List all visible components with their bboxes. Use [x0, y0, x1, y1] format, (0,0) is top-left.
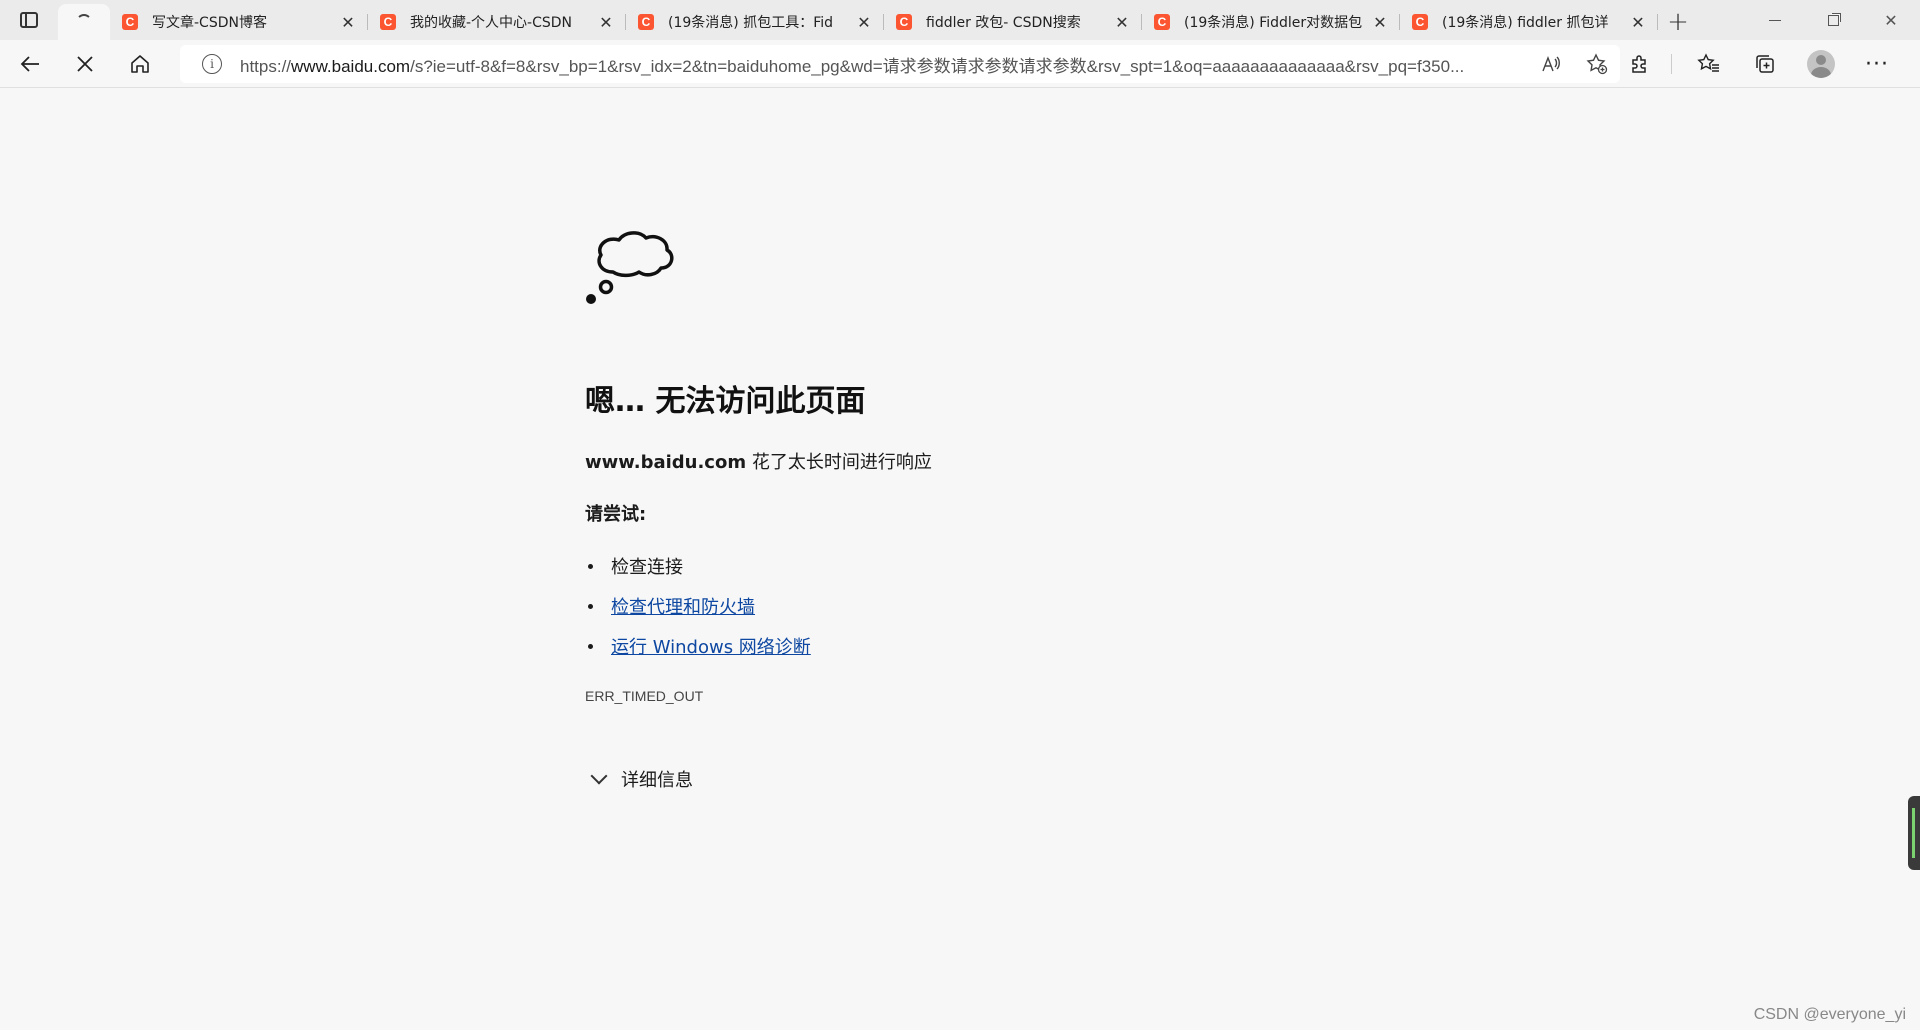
error-description: www.baidu.com 花了太长时间进行响应 — [585, 448, 1285, 474]
site-info-icon[interactable]: i — [202, 54, 222, 74]
tab-actions-button[interactable] — [0, 0, 58, 40]
details-label: 详细信息 — [621, 770, 693, 791]
read-aloud-icon[interactable] — [1528, 48, 1574, 80]
details-toggle-button[interactable]: 详细信息 — [585, 766, 1285, 792]
close-tab-icon[interactable]: ✕ — [596, 12, 616, 32]
list-item: 检查代理和防火墙 — [585, 586, 1285, 626]
url-host: www.baidu.com — [291, 56, 411, 76]
toolbar-right: ··· — [1609, 40, 1902, 88]
suggestion-list: 检查连接 检查代理和防火墙 运行 Windows 网络诊断 — [585, 546, 1285, 666]
chevron-down-icon — [590, 767, 608, 785]
tab-fiddler-search[interactable]: C fiddler 改包- CSDN搜索 ✕ — [884, 4, 1142, 40]
tab-capture-tool[interactable]: C (19条消息) 抓包工具：Fid ✕ — [626, 4, 884, 40]
bullet-icon — [588, 643, 593, 649]
avatar — [1807, 50, 1835, 78]
tab-title: (19条消息) 抓包工具：Fid — [668, 15, 833, 31]
home-button[interactable] — [115, 46, 165, 82]
toolbar-divider — [1671, 54, 1672, 74]
network-diagnostics-link[interactable]: 运行 Windows 网络诊断 — [611, 633, 811, 659]
close-tab-icon[interactable]: ✕ — [1628, 12, 1648, 32]
restore-icon — [1827, 14, 1839, 26]
tab-title: 我的收藏-个人中心-CSDN — [410, 15, 573, 31]
check-proxy-firewall-link[interactable]: 检查代理和防火墙 — [611, 593, 755, 619]
error-code: ERR_TIMED_OUT — [585, 688, 704, 704]
url-rest: /s?ie=utf-8&f=8&rsv_bp=1&rsv_idx=2&tn=ba… — [410, 56, 1465, 76]
profile-button[interactable] — [1796, 46, 1846, 82]
csdn-favicon-icon: C — [1412, 14, 1428, 30]
tab-fiddler-packets[interactable]: C (19条消息) Fiddler对数据包 ✕ — [1142, 4, 1400, 40]
csdn-favicon-icon: C — [1154, 14, 1170, 30]
csdn-favicon-icon: C — [380, 14, 396, 30]
back-arrow-icon — [20, 55, 39, 72]
favorites-button[interactable] — [1684, 46, 1734, 82]
error-host: www.baidu.com — [585, 452, 747, 473]
csdn-favicon-icon: C — [896, 14, 912, 30]
minimize-icon — [1769, 19, 1781, 21]
list-item: 检查连接 — [585, 546, 1285, 586]
csdn-favicon-icon: C — [122, 14, 138, 30]
tab-title: fiddler 改包- CSDN搜索 — [926, 15, 1081, 31]
restore-button[interactable] — [1804, 0, 1862, 40]
more-dots-icon: ··· — [1865, 51, 1889, 77]
close-window-button[interactable]: ✕ — [1862, 0, 1920, 40]
thought-cloud-icon — [586, 231, 674, 304]
close-tab-icon[interactable]: ✕ — [338, 12, 358, 32]
tab-csdn-write[interactable]: C 写文章-CSDN博客 ✕ — [110, 4, 368, 40]
loading-spinner-icon — [76, 14, 92, 30]
extensions-button[interactable] — [1615, 46, 1665, 82]
csdn-favicon-icon: C — [638, 14, 654, 30]
bullet-icon — [588, 603, 593, 609]
side-panel-handle[interactable] — [1908, 796, 1920, 870]
close-tab-icon[interactable]: ✕ — [1370, 12, 1390, 32]
watermark: CSDN @everyone_yi — [1753, 1006, 1906, 1023]
back-button[interactable] — [5, 46, 55, 82]
url-prefix: https:// — [240, 56, 292, 76]
tab-fiddler-details[interactable]: C (19条消息) fiddler 抓包详 ✕ — [1400, 4, 1658, 40]
tab-title: (19条消息) Fiddler对数据包 — [1184, 15, 1363, 31]
home-icon — [131, 54, 149, 73]
stop-loading-button[interactable] — [60, 46, 110, 82]
tab-loading[interactable] — [58, 4, 110, 40]
minimize-button[interactable] — [1746, 0, 1804, 40]
list-item: 运行 Windows 网络诊断 — [585, 626, 1285, 666]
more-menu-button[interactable]: ··· — [1852, 46, 1902, 82]
error-page: 嗯… 无法访问此页面 www.baidu.com 花了太长时间进行响应 请尝试:… — [585, 210, 1285, 792]
favorites-star-icon — [1697, 53, 1719, 72]
address-bar[interactable]: i https://www.baidu.com/s?ie=utf-8&f=8&r… — [180, 45, 1620, 83]
window-controls: ✕ — [1746, 0, 1920, 40]
error-headline: 嗯… 无法访问此页面 — [585, 384, 866, 419]
bullet-icon — [588, 563, 593, 569]
tab-title: (19条消息) fiddler 抓包详 — [1442, 15, 1609, 31]
error-message: 花了太长时间进行响应 — [751, 452, 932, 473]
suggestion-check-connection: 检查连接 — [611, 557, 683, 578]
tab-strip: C 写文章-CSDN博客 ✕ C 我的收藏-个人中心-CSDN ✕ C (19条… — [0, 0, 1920, 40]
collections-icon — [1756, 55, 1774, 73]
try-label: 请尝试: — [585, 504, 647, 525]
close-window-icon: ✕ — [1884, 10, 1898, 30]
close-tab-icon[interactable]: ✕ — [854, 12, 874, 32]
address-url[interactable]: https://www.baidu.com/s?ie=utf-8&f=8&rsv… — [240, 52, 1528, 77]
tab-csdn-favorites[interactable]: C 我的收藏-个人中心-CSDN ✕ — [368, 4, 626, 40]
close-tab-icon[interactable]: ✕ — [1112, 12, 1132, 32]
tab-title: 写文章-CSDN博客 — [152, 15, 267, 31]
stop-icon — [77, 55, 93, 72]
tab-actions-icon — [20, 12, 38, 28]
puzzle-icon — [1632, 55, 1646, 73]
collections-button[interactable] — [1740, 46, 1790, 82]
navigation-toolbar: i https://www.baidu.com/s?ie=utf-8&f=8&r… — [0, 40, 1920, 88]
new-tab-button[interactable]: + — [1658, 4, 1698, 40]
